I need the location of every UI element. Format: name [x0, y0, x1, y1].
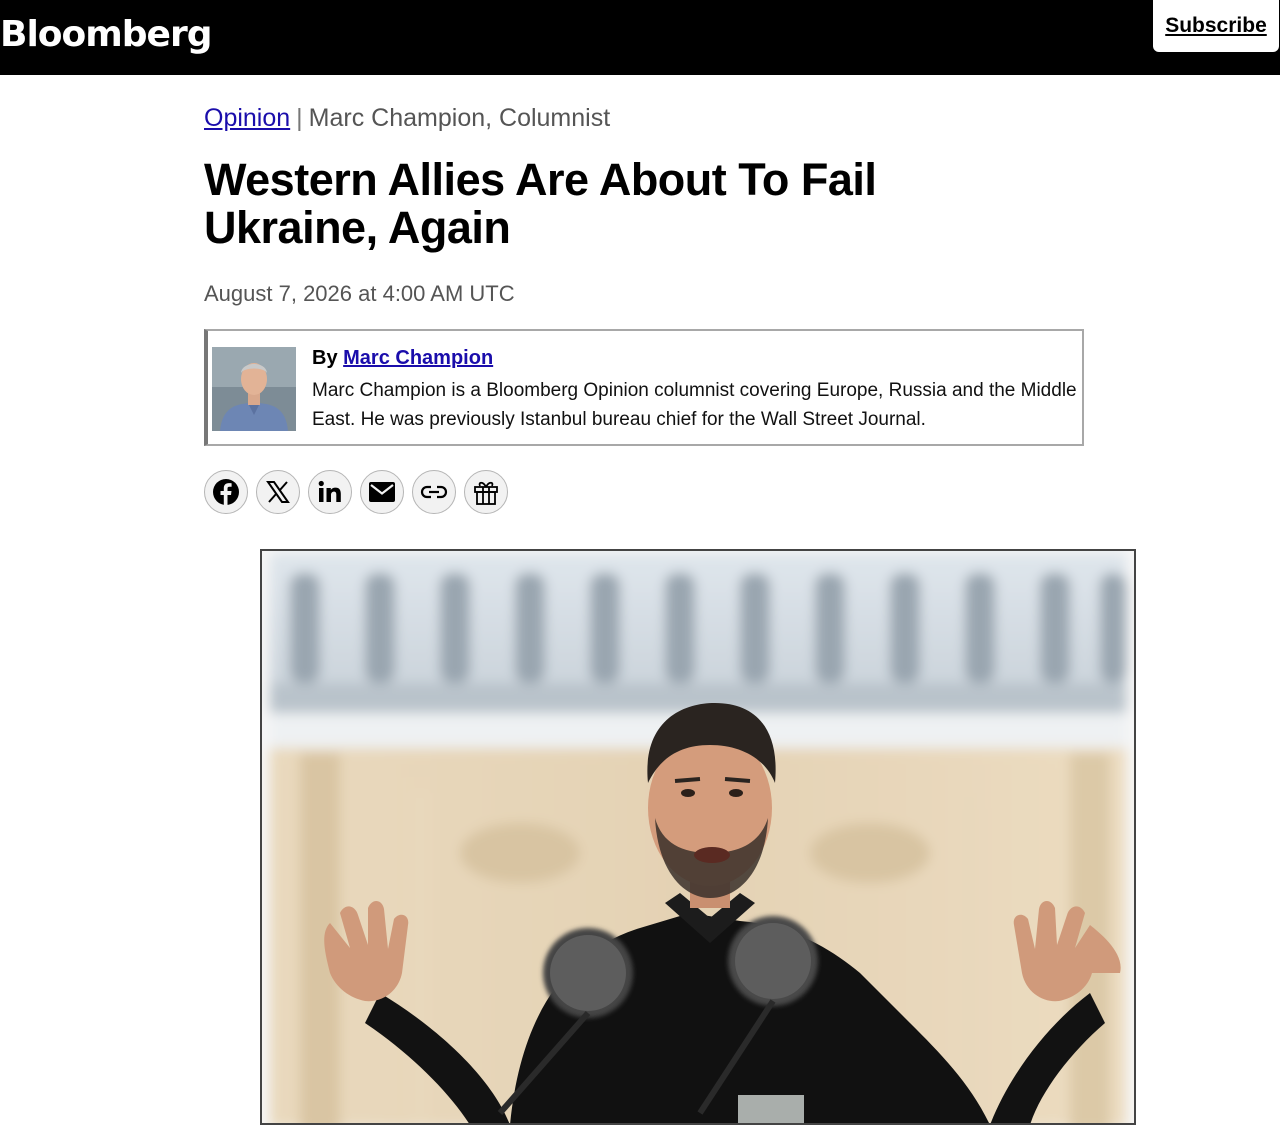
byline: By Marc Champion: [312, 347, 1082, 370]
share-linkedin-button[interactable]: [308, 470, 352, 514]
article-headline: Western Allies Are About To Fail Ukraine…: [204, 154, 877, 253]
share-email-button[interactable]: [360, 470, 404, 514]
facebook-icon: [213, 479, 239, 505]
share-x-button[interactable]: [256, 470, 300, 514]
gift-article-button[interactable]: [464, 470, 508, 514]
author-name-link[interactable]: Marc Champion: [343, 347, 493, 369]
top-navigation-bar: Bloomberg Subscribe: [0, 0, 1280, 75]
publish-date: August 7, 2026 at 4:00 AM UTC: [204, 281, 515, 306]
article-kicker: Opinion | Marc Champion, Columnist: [204, 104, 610, 133]
gift-icon: [474, 481, 498, 505]
subscribe-button[interactable]: Subscribe: [1153, 0, 1279, 52]
section-link-opinion[interactable]: Opinion: [204, 104, 290, 132]
copy-link-button[interactable]: [412, 470, 456, 514]
author-role: Marc Champion, Columnist: [308, 104, 611, 132]
email-icon: [369, 482, 395, 502]
author-photo[interactable]: [212, 347, 296, 431]
share-bar: [204, 470, 508, 514]
bloomberg-logo[interactable]: Bloomberg: [0, 14, 212, 55]
author-bio: Marc Champion is a Bloomberg Opinion col…: [312, 380, 1077, 430]
link-icon: [420, 485, 448, 499]
linkedin-icon: [318, 480, 341, 502]
byline-prefix: By: [312, 347, 338, 369]
x-icon: [266, 481, 290, 503]
article-lead-photo[interactable]: [260, 549, 1136, 1125]
share-facebook-button[interactable]: [204, 470, 248, 514]
kicker-separator: |: [296, 104, 303, 132]
author-byline-box: By Marc Champion Marc Champion is a Bloo…: [204, 329, 1084, 446]
